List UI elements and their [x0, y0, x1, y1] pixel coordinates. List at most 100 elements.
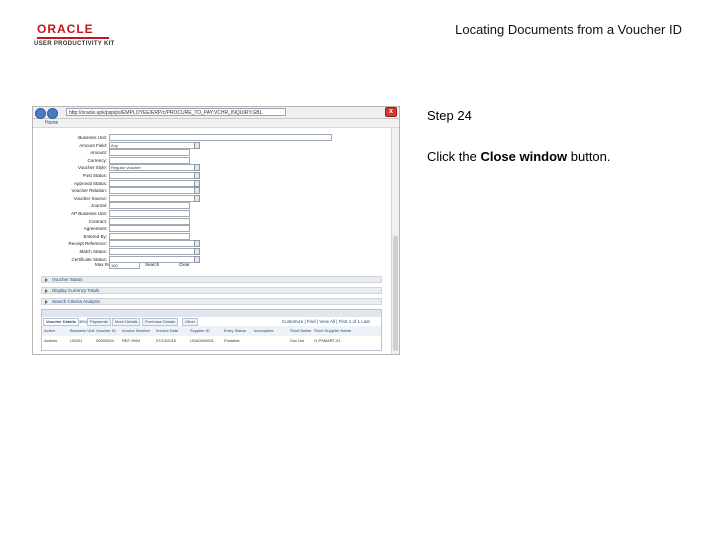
chevron-down-icon[interactable] — [194, 179, 200, 187]
instruction-target: Close window — [480, 149, 568, 164]
step-number: Step 24 — [427, 108, 472, 123]
field-label: Business Unit: — [78, 135, 107, 140]
max-rows-input[interactable]: 100 — [109, 262, 140, 269]
table-cell[interactable]: Actions — [44, 337, 57, 344]
logo-product-name: USER PRODUCTIVITY KIT — [34, 41, 115, 47]
clear-button[interactable]: Clear — [179, 261, 190, 268]
field-dropdown[interactable] — [109, 179, 196, 187]
field-label: Receipt Reference: — [68, 241, 107, 247]
field-label: Post Status: — [82, 173, 107, 178]
section-voucher-status[interactable]: Voucher Status — [41, 276, 382, 283]
column-header[interactable]: Short Supplier Name — [314, 328, 351, 333]
instruction-suffix: button. — [567, 149, 611, 164]
field-dropdown[interactable] — [109, 187, 196, 195]
table-cell: Doc Uni — [290, 338, 305, 343]
field-dropdown[interactable] — [109, 194, 196, 202]
browser-window: http://oracle.upk/psp/ps/EMPLOYEE/ERP/c/… — [32, 106, 400, 355]
expand-arrow-icon — [45, 289, 48, 293]
form-row: AP Business Unit: — [33, 210, 333, 217]
section-search-analysis[interactable]: Search Criteria Analysis — [41, 298, 382, 305]
chevron-down-icon[interactable] — [194, 194, 200, 202]
table-row[interactable]: Actions US001 00000004 REF-9904 07/13/2015 US… — [42, 337, 381, 344]
field-label: Voucher Style: — [77, 165, 107, 171]
column-header[interactable]: Business Unit — [70, 328, 94, 333]
form-row: Approval Status: — [33, 179, 333, 187]
close-window-button[interactable]: x — [385, 107, 397, 117]
home-link[interactable]: Home — [45, 119, 58, 127]
grid-navigation[interactable]: Customize | Find | View All | First 1 of… — [282, 318, 370, 325]
field-input[interactable] — [109, 149, 190, 157]
field-label: Voucher Source: — [73, 195, 107, 201]
tab-payments[interactable]: Payments — [87, 318, 111, 326]
column-header[interactable]: Invoice Number — [122, 328, 150, 333]
url-input[interactable]: http://oracle.upk/psp/ps/EMPLOYEE/ERP/c/… — [66, 108, 286, 116]
column-header[interactable]: Entry Status — [224, 328, 246, 333]
instruction-prefix: Click the — [427, 149, 481, 164]
field-dropdown[interactable] — [109, 248, 196, 255]
table-cell: O-PSMART-01 — [314, 338, 341, 343]
form-row: Currency: — [33, 156, 333, 164]
field-dropdown[interactable]: Regular Voucher — [109, 164, 196, 172]
chevron-down-icon[interactable] — [194, 172, 200, 179]
column-header[interactable]: Incomplete — [254, 328, 274, 333]
field-label: AP Business Unit: — [71, 211, 107, 216]
column-header[interactable]: Action — [44, 328, 55, 333]
chevron-down-icon[interactable] — [194, 141, 200, 149]
chevron-down-icon[interactable] — [194, 240, 200, 248]
field-input[interactable] — [109, 156, 190, 164]
field-label: Agreement: — [83, 226, 107, 232]
form-row: Journal: — [33, 202, 333, 210]
tab-voucher-details[interactable]: Voucher Details — [43, 318, 79, 326]
tab-more-details[interactable]: More Details — [112, 318, 141, 326]
chevron-down-icon[interactable] — [194, 187, 200, 195]
logo-rule — [37, 37, 109, 39]
form-row: Amount: — [33, 149, 333, 157]
field-input[interactable] — [109, 202, 190, 210]
max-rows-value: 100 — [111, 263, 118, 268]
expand-arrow-icon — [45, 278, 48, 282]
tab-purchase-details[interactable]: Purchase Details — [142, 318, 179, 326]
chevron-down-icon[interactable] — [194, 255, 200, 263]
field-label: Amount Field: — [79, 142, 107, 148]
field-input[interactable] — [109, 134, 332, 141]
field-input[interactable] — [109, 210, 190, 217]
section-display-currency[interactable]: Display Currency Totals — [41, 287, 382, 294]
field-label: Contract: — [88, 218, 107, 224]
vertical-scrollbar[interactable] — [391, 128, 399, 354]
field-dropdown[interactable] — [109, 172, 196, 179]
table-cell: Postable — [224, 338, 240, 343]
scrollbar-thumb[interactable] — [393, 236, 398, 351]
chevron-down-icon[interactable] — [194, 164, 200, 172]
field-input[interactable] — [109, 225, 190, 233]
chevron-down-icon[interactable] — [194, 248, 200, 255]
field-dropdown[interactable]: Any — [109, 141, 196, 149]
field-label: Currency: — [87, 157, 107, 163]
field-dropdown[interactable] — [109, 240, 196, 248]
form-row: Voucher Source: — [33, 194, 333, 202]
back-icon[interactable] — [35, 108, 46, 119]
form-row: Voucher Style: Regular Voucher — [33, 164, 333, 172]
section-label: Display Currency Totals — [52, 288, 100, 293]
tab-other[interactable]: Other — [182, 318, 199, 326]
field-label: Amount: — [90, 150, 107, 156]
column-header[interactable]: Short Name — [290, 328, 311, 333]
step-instruction: Click the Close window button. — [427, 149, 611, 164]
search-button[interactable]: Search — [145, 261, 159, 268]
table-cell: 07/13/2015 — [156, 338, 177, 343]
section-label: Voucher Status — [52, 277, 83, 282]
field-input[interactable] — [109, 232, 190, 240]
results-tabs: Voucher Details Payments More Details Pu… — [42, 318, 381, 326]
field-input[interactable] — [109, 217, 190, 225]
form-row: Contract: — [33, 217, 333, 225]
column-header[interactable]: Invoice Date — [156, 328, 178, 333]
menu-bar: Home — [33, 119, 399, 128]
page-title: Locating Documents from a Voucher ID — [455, 22, 682, 37]
field-label: Approval Status: — [73, 180, 107, 186]
table-cell: US001 — [70, 338, 83, 343]
forward-icon[interactable] — [47, 108, 58, 119]
form-row: Agreement: — [33, 225, 333, 233]
column-header[interactable]: Supplier ID — [190, 328, 210, 333]
form-row: Voucher Relation: — [33, 187, 333, 195]
expand-arrow-icon — [45, 300, 48, 304]
column-header[interactable]: Voucher ID — [96, 328, 116, 333]
